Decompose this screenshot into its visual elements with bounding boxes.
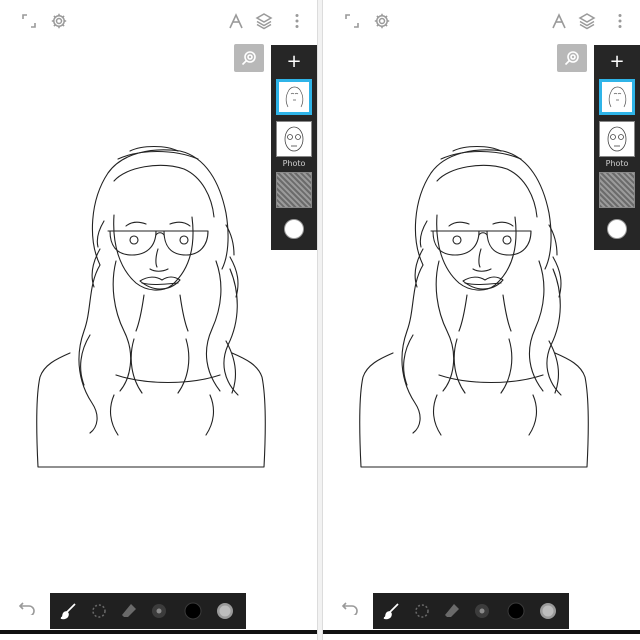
reference-layer-label: Photo: [282, 159, 306, 168]
undo-icon[interactable]: [16, 599, 38, 617]
color-swatch-icon[interactable]: [182, 600, 204, 622]
reference-layer-label: Photo: [605, 159, 629, 168]
app-screen-right: + Photo: [323, 0, 640, 640]
undo-icon[interactable]: [339, 599, 361, 617]
reference-eye-icon: [241, 51, 256, 66]
layer-thumbnail-drawing[interactable]: [599, 79, 635, 115]
brush-icon[interactable]: [58, 600, 80, 622]
layer-thumbnail-sketch[interactable]: [599, 121, 635, 157]
canvas-drawing[interactable]: [30, 145, 276, 470]
app-screen-left: + Photo: [0, 0, 317, 640]
reference-button[interactable]: [234, 44, 264, 72]
canvas-drawing[interactable]: [353, 145, 599, 470]
fullscreen-icon[interactable]: [18, 10, 40, 32]
color-swatch-icon[interactable]: [505, 600, 527, 622]
layer-thumbnail-drawing[interactable]: [276, 79, 312, 115]
brush-icon[interactable]: [381, 600, 403, 622]
fullscreen-icon[interactable]: [341, 10, 363, 32]
brush-size-icon[interactable]: [471, 600, 493, 622]
reference-eye-icon: [564, 51, 579, 66]
add-layer-button[interactable]: +: [594, 51, 640, 73]
more-vertical-icon[interactable]: [609, 10, 631, 32]
background-layer-button[interactable]: [284, 219, 304, 239]
gear-icon[interactable]: [48, 10, 70, 32]
layers-icon[interactable]: [253, 10, 275, 32]
smudge-icon[interactable]: [88, 600, 110, 622]
perspective-ruler-icon[interactable]: [225, 10, 247, 32]
opacity-icon[interactable]: [537, 600, 559, 622]
more-vertical-icon[interactable]: [286, 10, 308, 32]
bottom-toolbar: [50, 593, 246, 629]
layer-thumbnail-sketch[interactable]: [276, 121, 312, 157]
eraser-icon[interactable]: [441, 600, 463, 622]
opacity-icon[interactable]: [214, 600, 236, 622]
bottom-toolbar: [373, 593, 569, 629]
layers-panel: + Photo: [594, 45, 640, 250]
eraser-icon[interactable]: [118, 600, 140, 622]
layers-panel: + Photo: [271, 45, 317, 250]
layer-thumbnail-photo[interactable]: [276, 172, 312, 208]
bottom-edge: [323, 630, 640, 634]
brush-size-icon[interactable]: [148, 600, 170, 622]
layer-thumbnail-photo[interactable]: [599, 172, 635, 208]
bottom-edge: [0, 630, 317, 634]
gear-icon[interactable]: [371, 10, 393, 32]
smudge-icon[interactable]: [411, 600, 433, 622]
layers-icon[interactable]: [576, 10, 598, 32]
perspective-ruler-icon[interactable]: [548, 10, 570, 32]
reference-button[interactable]: [557, 44, 587, 72]
add-layer-button[interactable]: +: [271, 51, 317, 73]
background-layer-button[interactable]: [607, 219, 627, 239]
